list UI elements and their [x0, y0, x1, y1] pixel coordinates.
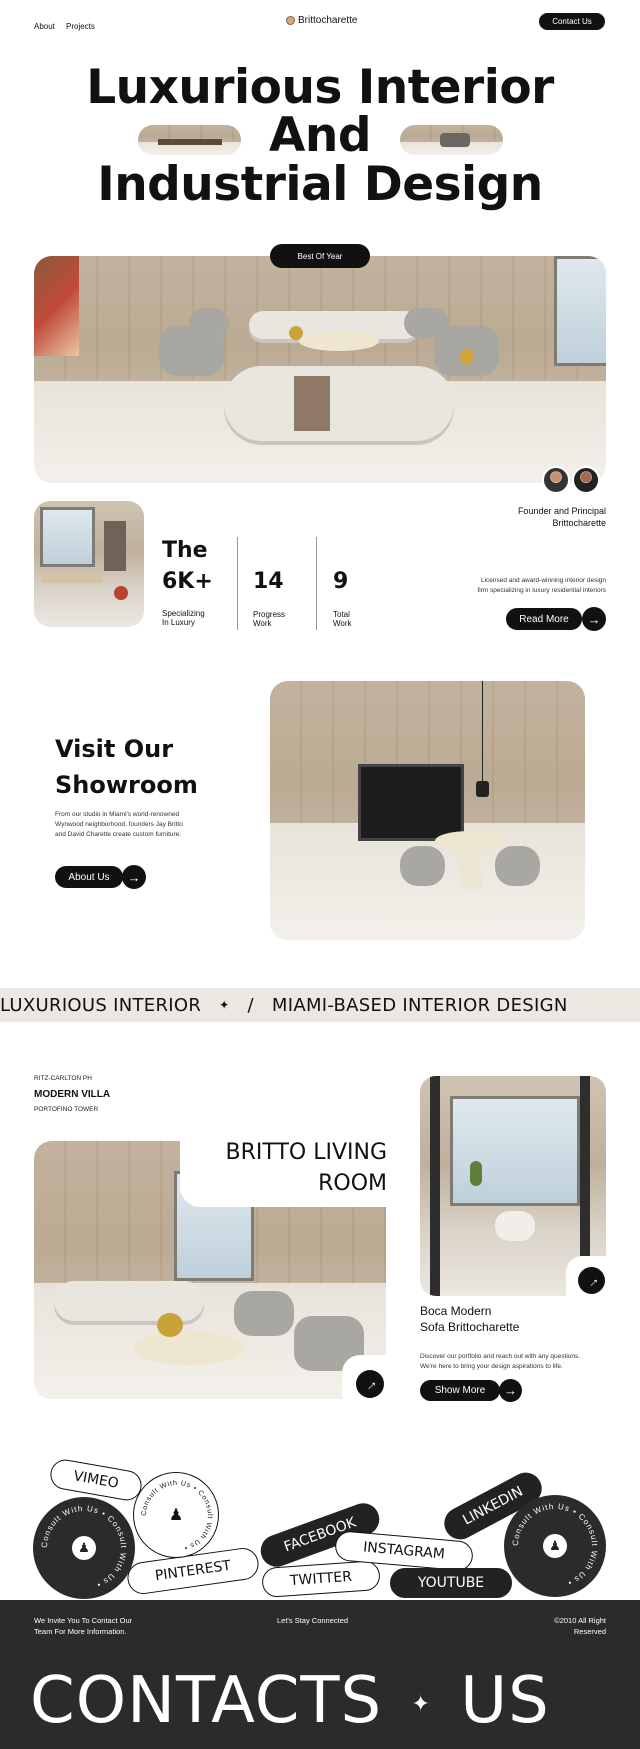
project-label-modern-villa[interactable]: MODERN VILLA	[34, 1089, 110, 1100]
footer-invite: We Invite You To Contact Our Team For Mo…	[34, 1615, 132, 1637]
footer-invite-line-2: Team For More Information.	[34, 1627, 127, 1636]
footer-stay-connected: Let's Stay Connected	[277, 1616, 349, 1625]
ticker-star-icon: ✦	[219, 998, 230, 1012]
hero-title-line-1: Luxurious Interior	[86, 60, 554, 115]
showroom-description-line-1: From our studio in Miami's world-renowne…	[55, 811, 180, 818]
footer-star-icon: ✦	[411, 1691, 431, 1717]
founder-info: Founder and Principal Brittocharette	[440, 505, 606, 529]
room-thumbnail-image	[34, 501, 144, 627]
footer-copyright-line-1: ©2010 All Right	[554, 1616, 606, 1625]
brand-name: Brittocharette	[298, 15, 358, 26]
founder-role: Founder and Principal	[517, 506, 606, 516]
footer-copyright: ©2010 All Right Reserved	[470, 1615, 606, 1637]
chess-pawn-icon: ♟	[543, 1534, 567, 1558]
contact-us-button[interactable]: Contact Us	[539, 13, 605, 30]
showroom-description-line-2: Wynwood neighborhood, founders Jay Britt…	[55, 821, 183, 828]
hero-title-line-2: And	[269, 108, 371, 163]
stat-1-value: 6K+	[162, 569, 213, 594]
founder-description-line-1: Licensed and award-winning interior desi…	[480, 577, 606, 584]
consult-badge-center[interactable]: Consult With Us • Consult With Us • ♟	[133, 1472, 219, 1558]
footer-contacts-word: CONTACTS	[30, 1664, 383, 1738]
boca-modern-description: Discover our portfolio and reach out wit…	[420, 1352, 606, 1372]
stat-1-label-line-1: Specializing	[162, 609, 205, 618]
boca-modern-title: Boca Modern Sofa Brittocharette	[420, 1303, 519, 1335]
stat-1-label-line-2: In Luxury	[162, 618, 195, 627]
stat-3-label: Total Work	[333, 610, 352, 628]
showroom-title-line-2: Showroom	[55, 771, 198, 799]
hero-inline-image-left	[138, 125, 241, 155]
founder-avatar-2	[572, 466, 600, 494]
social-youtube-link[interactable]: YOUTUBE	[390, 1568, 512, 1598]
chess-pawn-icon: ♟	[168, 1507, 184, 1524]
social-vimeo-link[interactable]: VIMEO	[48, 1457, 144, 1503]
ticker-separator: /	[247, 994, 254, 1016]
stat-2-label: Progress Work	[253, 610, 285, 628]
marquee-ticker: LUXURIOUS INTERIOR ✦ / MIAMI-BASED INTER…	[0, 988, 640, 1022]
founder-name: Brittocharette	[552, 518, 606, 528]
brand-logo-icon	[286, 16, 295, 25]
showroom-description: From our studio in Miami's world-renowne…	[55, 810, 215, 840]
boca-modern-title-line-2: Sofa Brittocharette	[420, 1320, 520, 1334]
stat-1-top: The	[162, 538, 208, 563]
about-us-arrow-icon[interactable]: →	[122, 865, 146, 889]
stat-2-label-line-1: Progress	[253, 610, 286, 619]
showroom-image	[270, 681, 585, 940]
ticker-item-2: MIAMI-BASED INTERIOR DESIGN	[271, 994, 568, 1016]
project-title-line-1: BRITTO LIVING	[225, 1140, 387, 1165]
stat-divider-2	[316, 537, 317, 630]
consult-badge-left[interactable]: Consult With Us • Consult With Us • ♟	[33, 1497, 135, 1599]
founder-avatar-1	[542, 466, 570, 494]
artwork-frame	[34, 256, 79, 356]
stat-divider-1	[237, 537, 238, 630]
boca-modern-description-line-2: We're here to bring your design aspirati…	[420, 1363, 563, 1370]
about-us-button[interactable]: About Us	[55, 866, 123, 888]
footer-contacts-heading[interactable]: CONTACTS ✦ US	[30, 1664, 550, 1738]
footer-invite-line-1: We Invite You To Contact Our	[34, 1616, 133, 1625]
hero-main-image	[34, 256, 606, 483]
footer: We Invite You To Contact Our Team For Mo…	[0, 1600, 640, 1749]
showroom-artwork	[358, 764, 464, 841]
read-more-button[interactable]: Read More	[506, 608, 582, 630]
boca-modern-description-line-1: Discover our portfolio and reach out wit…	[420, 1353, 581, 1360]
nav-link-projects[interactable]: Projects	[66, 22, 95, 31]
best-of-year-badge: Best Of Year	[270, 244, 370, 268]
stat-1-label: Specializing In Luxury	[162, 609, 205, 627]
consult-badge-right[interactable]: Consult With Us • Consult With Us • ♟	[504, 1495, 606, 1597]
brand-logo[interactable]: Brittocharette	[286, 15, 357, 26]
read-more-arrow-icon[interactable]: →	[582, 607, 606, 631]
ticker-item-1: LUXURIOUS INTERIOR	[0, 994, 202, 1016]
footer-copyright-line-2: Reserved	[573, 1627, 606, 1636]
founder-description: Licensed and award-winning interior desi…	[430, 576, 606, 596]
hero-title-line-3: Industrial Design	[97, 157, 543, 212]
project-label-ritz[interactable]: RITZ-CARLTON PH	[34, 1075, 92, 1082]
britto-living-room-title: BRITTO LIVING ROOM	[180, 1137, 387, 1199]
hero-inline-image-right	[400, 125, 503, 155]
chess-pawn-icon: ♟	[72, 1536, 96, 1560]
showroom-title-line-1: Visit Our	[55, 735, 174, 763]
stat-2-label-line-2: Work	[253, 619, 272, 628]
show-more-arrow-icon[interactable]: →	[499, 1379, 522, 1402]
nav-link-about[interactable]: About	[34, 22, 55, 31]
footer-us-word: US	[460, 1664, 550, 1738]
boca-modern-title-line-1: Boca Modern	[420, 1304, 492, 1318]
show-more-button[interactable]: Show More	[420, 1380, 500, 1401]
stat-2-value: 14	[253, 569, 284, 594]
founder-description-line-2: firm specializing in luxury residential …	[477, 587, 606, 594]
project-label-portofino[interactable]: PORTOFINO TOWER	[34, 1106, 98, 1113]
showroom-description-line-3: and David Charette create custom furnitu…	[55, 831, 182, 838]
project-title-line-2: ROOM	[318, 1171, 387, 1196]
stat-3-label-line-2: Work	[333, 619, 352, 628]
stat-3-label-line-1: Total	[333, 610, 350, 619]
stat-3-value: 9	[333, 569, 349, 594]
